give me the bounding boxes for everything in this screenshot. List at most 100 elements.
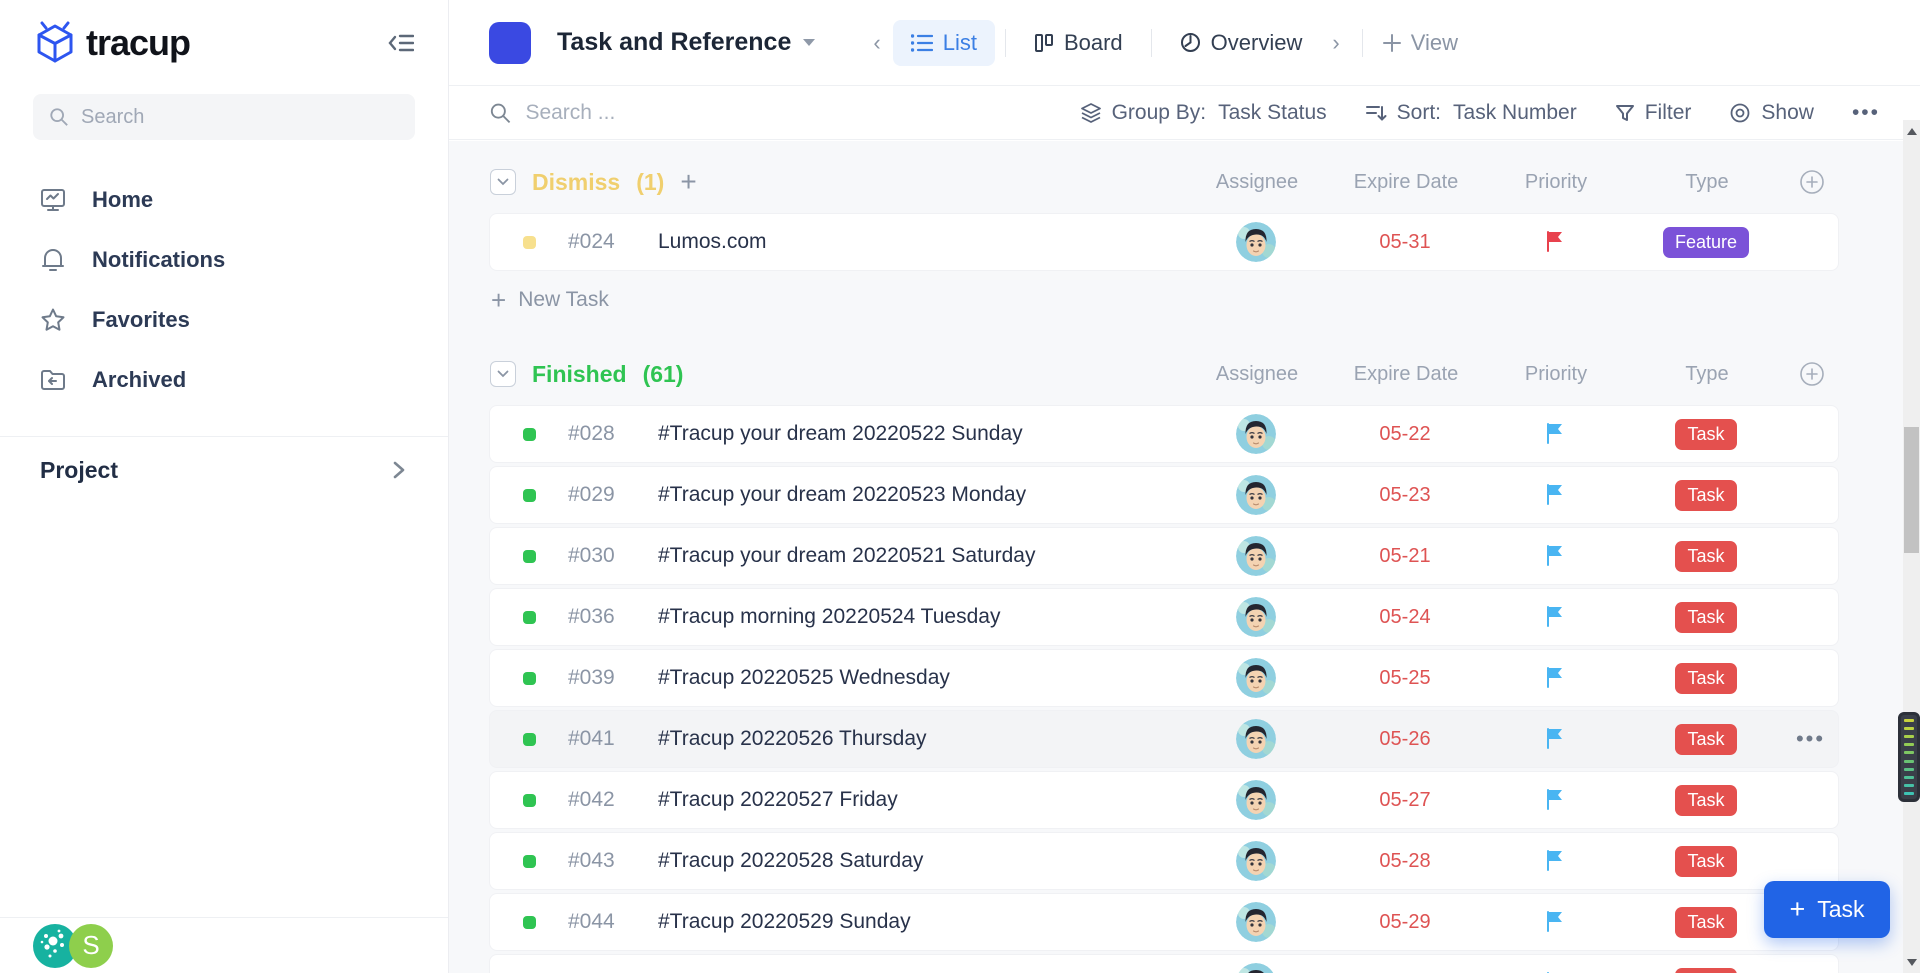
status-dot-finished[interactable] xyxy=(523,672,536,685)
assignee-avatar[interactable] xyxy=(1236,536,1276,576)
add-task-fab-button[interactable]: + Task xyxy=(1764,881,1890,938)
assignee-avatar[interactable] xyxy=(1236,475,1276,515)
task-row[interactable]: #039#Tracup 20220525 Wednesday05-25Task•… xyxy=(489,649,1839,707)
sidebar-item-home[interactable]: Home xyxy=(0,170,448,230)
status-dot-finished[interactable] xyxy=(523,794,536,807)
tab-overview[interactable]: Overview xyxy=(1162,20,1321,66)
type-badge[interactable]: Task xyxy=(1675,602,1736,633)
sort-control[interactable]: Sort: Task Number xyxy=(1365,101,1577,125)
task-row[interactable]: #024 Lumos.com 05-31 Feature ••• xyxy=(489,213,1839,271)
toolbar-more-icon[interactable]: ••• xyxy=(1852,101,1880,125)
priority-flag-blue-icon[interactable] xyxy=(1544,544,1566,568)
priority-flag-blue-icon[interactable] xyxy=(1544,483,1566,507)
assignee-avatar[interactable] xyxy=(1236,780,1276,820)
task-title[interactable]: #Tracup 20220528 Saturday xyxy=(640,849,1183,873)
sidebar-search-input[interactable] xyxy=(81,106,399,129)
type-badge[interactable]: Feature xyxy=(1663,227,1749,258)
sidebar-item-archived[interactable]: Archived xyxy=(0,350,448,410)
project-color-square[interactable] xyxy=(489,22,531,64)
task-title[interactable]: Lumos.com xyxy=(640,230,1183,254)
assignee-avatar[interactable] xyxy=(1236,414,1276,454)
assignee-avatar[interactable] xyxy=(1236,841,1276,881)
filter-control[interactable]: Filter xyxy=(1615,101,1692,125)
type-badge[interactable]: Task xyxy=(1675,968,1736,973)
status-dot-finished[interactable] xyxy=(523,916,536,929)
assignee-avatar[interactable] xyxy=(1236,963,1276,973)
tab-list[interactable]: List xyxy=(893,20,995,66)
row-more-icon[interactable]: ••• xyxy=(1783,726,1838,752)
scroll-down-icon[interactable] xyxy=(1903,953,1920,971)
task-title[interactable]: #Tracup 20220525 Wednesday xyxy=(640,666,1183,690)
scroll-up-icon[interactable] xyxy=(1903,122,1920,140)
task-row[interactable]: #030#Tracup your dream 20220521 Saturday… xyxy=(489,527,1839,585)
type-badge[interactable]: Task xyxy=(1675,480,1736,511)
sidebar-item-favorites[interactable]: Favorites xyxy=(0,290,448,350)
assignee-avatar[interactable] xyxy=(1236,597,1276,637)
status-dot-finished[interactable] xyxy=(523,611,536,624)
task-title[interactable]: #Tracup 20220529 Sunday xyxy=(640,910,1183,934)
status-dot-finished[interactable] xyxy=(523,489,536,502)
task-row[interactable]: #045#Tracup 20220530 Monday05-30Task••• xyxy=(489,954,1839,973)
task-title[interactable]: #Tracup your dream 20220522 Sunday xyxy=(640,422,1183,446)
status-dot-finished[interactable] xyxy=(523,428,536,441)
assignee-avatar[interactable] xyxy=(1236,719,1276,759)
type-badge[interactable]: Task xyxy=(1675,663,1736,694)
sidebar-search[interactable] xyxy=(33,94,415,140)
status-dot-finished[interactable] xyxy=(523,855,536,868)
show-control[interactable]: Show xyxy=(1729,101,1814,125)
group-collapse-icon[interactable] xyxy=(490,361,516,387)
task-row[interactable]: #041#Tracup 20220526 Thursday05-26Task••… xyxy=(489,710,1839,768)
priority-flag-blue-icon[interactable] xyxy=(1544,605,1566,629)
type-badge[interactable]: Task xyxy=(1675,785,1736,816)
type-badge[interactable]: Task xyxy=(1675,419,1736,450)
type-badge[interactable]: Task xyxy=(1675,724,1736,755)
task-title[interactable]: #Tracup your dream 20220523 Monday xyxy=(640,483,1183,507)
task-title[interactable]: #Tracup 20220526 Thursday xyxy=(640,727,1183,751)
add-view-button[interactable]: View xyxy=(1383,30,1458,56)
tabs-scroll-left-icon[interactable]: ‹ xyxy=(861,30,892,56)
task-title[interactable]: #Tracup your dream 20220521 Saturday xyxy=(640,544,1183,568)
toolbar-search-input[interactable] xyxy=(525,101,1049,125)
priority-flag-blue-icon[interactable] xyxy=(1544,788,1566,812)
tab-board[interactable]: Board xyxy=(1016,20,1141,66)
add-column-icon[interactable] xyxy=(1784,361,1839,387)
priority-flag-blue-icon[interactable] xyxy=(1544,666,1566,690)
group-collapse-icon[interactable] xyxy=(490,169,516,195)
assignee-avatar[interactable] xyxy=(1236,222,1276,262)
vertical-scrollbar[interactable] xyxy=(1903,120,1920,973)
title-dropdown-caret-icon[interactable] xyxy=(803,39,815,46)
priority-flag-blue-icon[interactable] xyxy=(1544,910,1566,934)
status-dot-dismiss[interactable] xyxy=(523,236,536,249)
sidebar-item-notifications[interactable]: Notifications xyxy=(0,230,448,290)
type-badge[interactable]: Task xyxy=(1675,907,1736,938)
priority-flag-blue-icon[interactable] xyxy=(1544,422,1566,446)
assignee-avatar[interactable] xyxy=(1236,902,1276,942)
priority-flag-blue-icon[interactable] xyxy=(1544,849,1566,873)
group-by-control[interactable]: Group By: Task Status xyxy=(1080,101,1327,125)
group-add-task-icon[interactable]: + xyxy=(680,172,696,192)
workspace-avatar-s[interactable]: S xyxy=(69,924,113,968)
priority-flag-red-icon[interactable] xyxy=(1544,230,1566,254)
tabs-scroll-right-icon[interactable]: › xyxy=(1320,30,1351,56)
task-row[interactable]: #028#Tracup your dream 20220522 Sunday05… xyxy=(489,405,1839,463)
assignee-avatar[interactable] xyxy=(1236,658,1276,698)
task-row[interactable]: #043#Tracup 20220528 Saturday05-28Task••… xyxy=(489,832,1839,890)
toolbar-search[interactable] xyxy=(489,101,1049,125)
task-title[interactable]: #Tracup morning 20220524 Tuesday xyxy=(640,605,1183,629)
priority-flag-blue-icon[interactable] xyxy=(1544,727,1566,751)
type-badge[interactable]: Task xyxy=(1675,846,1736,877)
home-dashboard-icon xyxy=(40,187,66,213)
new-task-button[interactable]: + New Task xyxy=(491,285,1839,315)
type-badge[interactable]: Task xyxy=(1675,541,1736,572)
status-dot-finished[interactable] xyxy=(523,550,536,563)
add-column-icon[interactable] xyxy=(1784,169,1839,195)
sidebar-item-project[interactable]: Project xyxy=(0,437,448,503)
task-row[interactable]: #042#Tracup 20220527 Friday05-27Task••• xyxy=(489,771,1839,829)
status-dot-finished[interactable] xyxy=(523,733,536,746)
task-title[interactable]: #Tracup 20220527 Friday xyxy=(640,788,1183,812)
scrollbar-thumb[interactable] xyxy=(1904,427,1919,553)
task-row[interactable]: #036#Tracup morning 20220524 Tuesday05-2… xyxy=(489,588,1839,646)
task-row[interactable]: #029#Tracup your dream 20220523 Monday05… xyxy=(489,466,1839,524)
sidebar-collapse-icon[interactable] xyxy=(388,31,414,55)
task-row[interactable]: #044#Tracup 20220529 Sunday05-29Task••• xyxy=(489,893,1839,951)
